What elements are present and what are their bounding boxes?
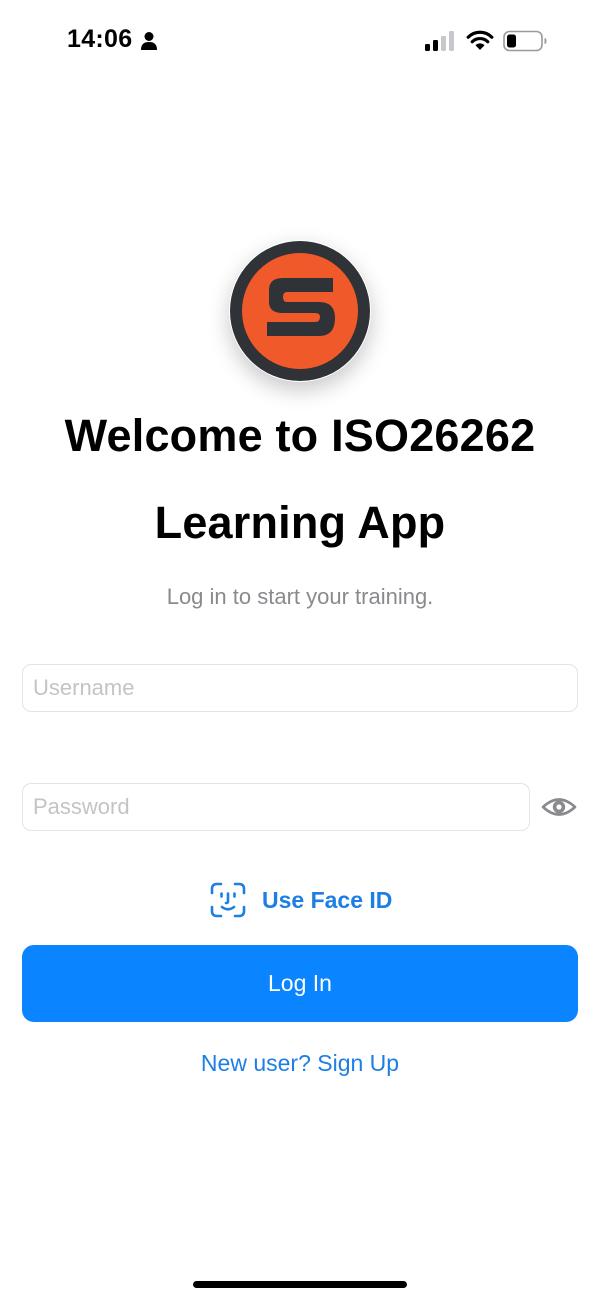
- welcome-title: Welcome to ISO26262: [64, 410, 536, 461]
- home-indicator[interactable]: [193, 1281, 407, 1288]
- signup-link[interactable]: New user? Sign Up: [0, 1050, 600, 1077]
- login-button[interactable]: Log In: [22, 945, 578, 1022]
- welcome-title-line-2: Learning App: [154, 497, 446, 548]
- status-bar: 14:06: [0, 0, 600, 80]
- person-icon: [141, 32, 157, 50]
- face-id-label: Use Face ID: [262, 886, 393, 913]
- password-field[interactable]: [22, 783, 530, 831]
- cellular-signal-icon: [425, 31, 454, 51]
- app-logo-icon: [230, 241, 370, 381]
- use-face-id-button[interactable]: Use Face ID: [210, 880, 392, 920]
- wifi-icon: [466, 30, 494, 50]
- welcome-subtitle: Log in to start your training.: [166, 584, 434, 609]
- login-screen: 14:06 Welcome to ISO26262 Learning App L…: [0, 0, 600, 1300]
- status-time: 14:06: [67, 25, 133, 53]
- username-field[interactable]: [22, 664, 578, 712]
- face-id-icon: [210, 882, 246, 918]
- show-password-eye-icon[interactable]: [541, 793, 577, 821]
- battery-icon: [503, 30, 547, 52]
- app-logo: [229, 240, 371, 382]
